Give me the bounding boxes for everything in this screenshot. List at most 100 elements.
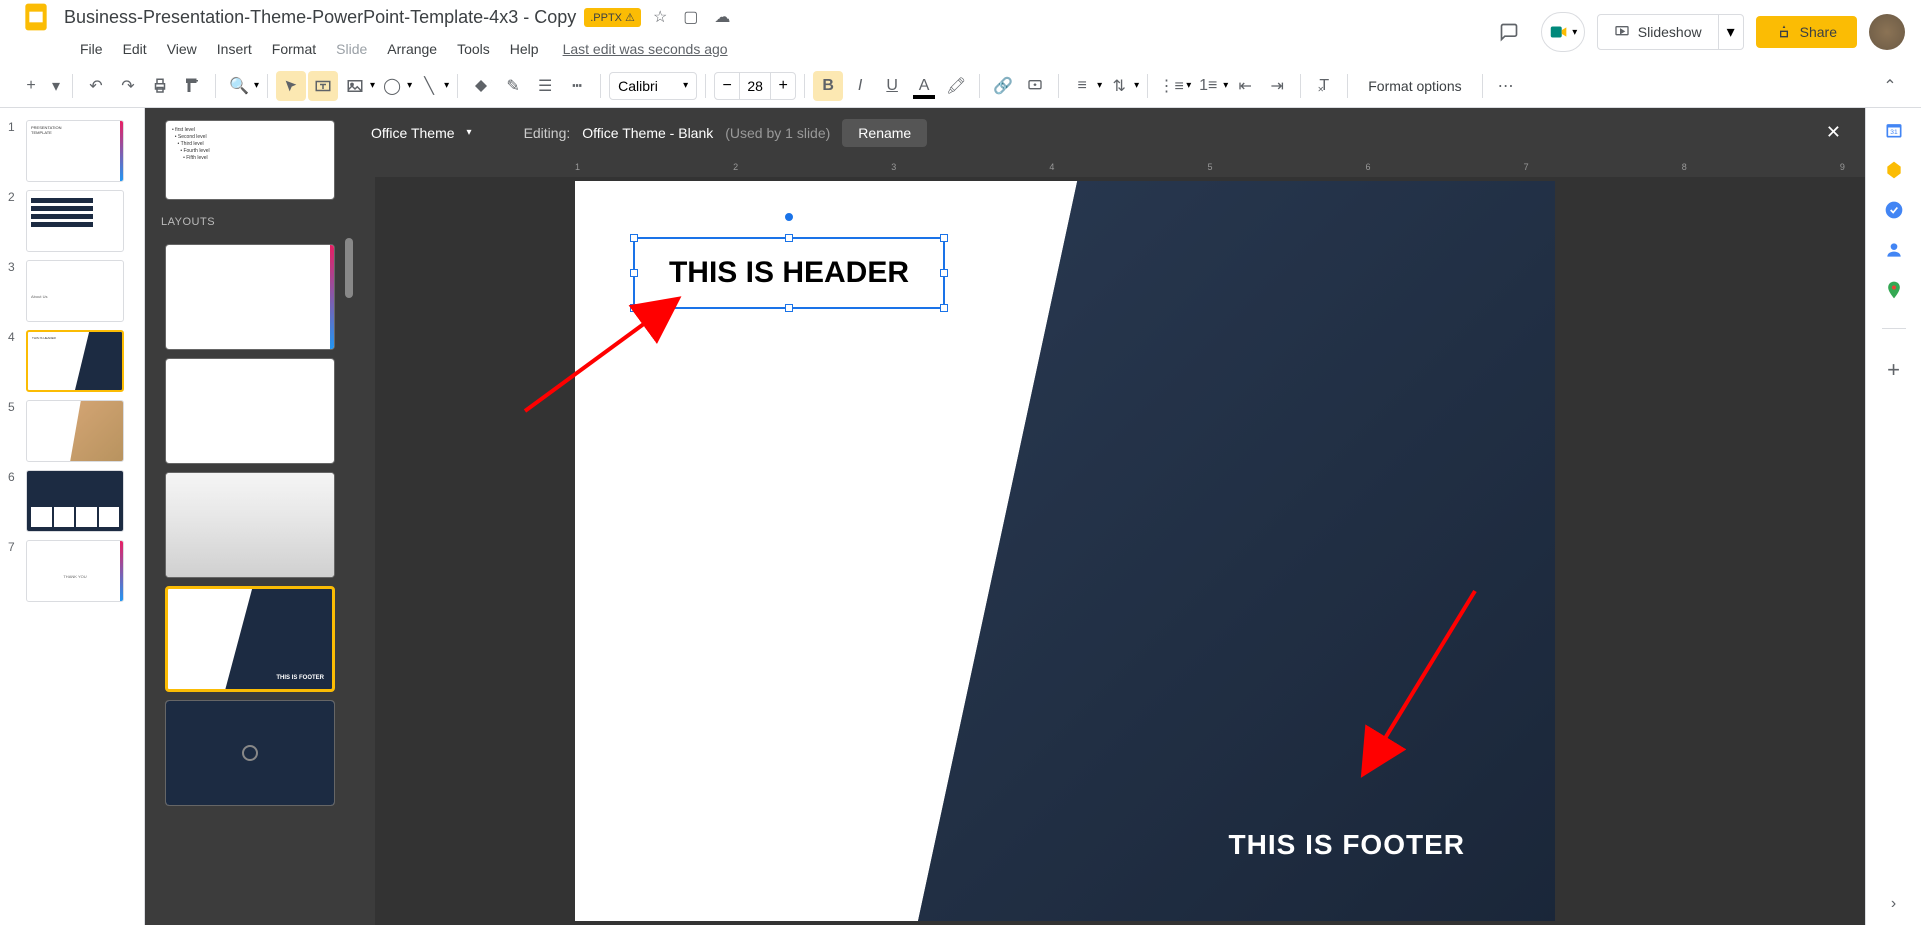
underline-button[interactable]: U [877,71,907,101]
pptx-badge[interactable]: .PPTX ⚠ [584,8,641,27]
theme-panel: • first level • Second level • Third lev… [145,108,355,925]
indent-decrease-button[interactable]: ⇤ [1230,71,1260,101]
shape-tool[interactable]: ◯▾ [377,71,412,101]
font-size-decrease[interactable]: − [715,77,739,95]
line-spacing-button[interactable]: ⇅▾ [1104,71,1139,101]
collapse-toolbar-icon[interactable]: ⌃ [1875,71,1905,101]
insert-link-button[interactable]: 🔗 [988,71,1018,101]
resize-handle-e[interactable] [940,269,948,277]
rename-button[interactable]: Rename [842,119,927,147]
resize-handle-n[interactable] [785,234,793,242]
slide-canvas[interactable]: THIS IS HEADER THIS IS FOOTER [575,181,1555,921]
fill-color-button[interactable] [466,71,496,101]
menu-edit[interactable]: Edit [115,37,155,61]
tasks-icon[interactable] [1884,200,1904,220]
align-button[interactable]: ≡▾ [1067,71,1102,101]
slideshow-button[interactable]: Slideshow ▾ [1597,14,1744,50]
menu-format[interactable]: Format [264,37,324,61]
border-color-button[interactable]: ✎ [498,71,528,101]
italic-button[interactable]: I [845,71,875,101]
rotation-handle[interactable] [785,213,793,221]
resize-handle-w[interactable] [630,269,638,277]
editing-prefix: Editing: [524,125,571,141]
slide-diagonal-shape [918,181,1555,921]
indent-increase-button[interactable]: ⇥ [1262,71,1292,101]
border-weight-button[interactable]: ☰ [530,71,560,101]
slide-thumb-7[interactable]: 7THANK YOU [0,536,144,606]
format-options-button[interactable]: Format options [1356,74,1473,98]
move-icon[interactable]: ▢ [679,3,702,31]
clear-formatting-button[interactable]: T✕ [1309,71,1339,101]
share-label: Share [1800,24,1837,40]
menu-insert[interactable]: Insert [209,37,260,61]
comments-icon[interactable] [1489,12,1529,52]
slide-thumb-3[interactable]: 3About Us [0,256,144,326]
meet-button[interactable]: ▾ [1541,12,1585,52]
text-color-button[interactable]: A [909,71,939,101]
menu-view[interactable]: View [159,37,205,61]
print-button[interactable] [145,71,175,101]
master-thumb[interactable]: • first level • Second level • Third lev… [165,120,335,200]
border-dash-button[interactable]: ┅ [562,71,592,101]
document-title[interactable]: Business-Presentation-Theme-PowerPoint-T… [64,7,576,28]
slideshow-dropdown-icon[interactable]: ▾ [1719,22,1743,42]
slide-thumb-4[interactable]: 4THIS IS HEADER [0,326,144,396]
slide-thumb-6[interactable]: 6 [0,466,144,536]
redo-button[interactable]: ↷ [113,71,143,101]
slides-logo[interactable] [16,0,56,37]
select-tool[interactable] [276,71,306,101]
layout-thumb-1[interactable] [165,244,335,350]
slide-thumb-5[interactable]: 5 [0,396,144,466]
user-avatar[interactable] [1869,14,1905,50]
font-family-select[interactable]: Calibri▾ [609,72,697,100]
contacts-icon[interactable] [1884,240,1904,260]
line-tool[interactable]: ╲▾ [414,71,449,101]
slide-thumb-2[interactable]: 2 [0,186,144,256]
keep-icon[interactable] [1884,160,1904,180]
resize-handle-s[interactable] [785,304,793,312]
maps-icon[interactable] [1884,280,1904,300]
new-slide-button[interactable]: + [16,71,46,101]
close-editing-icon[interactable]: ✕ [1818,118,1849,147]
resize-handle-nw[interactable] [630,234,638,242]
menu-tools[interactable]: Tools [449,37,498,61]
layout-thumb-3[interactable] [165,472,335,578]
more-tools-button[interactable]: ⋯ [1491,71,1521,101]
add-addon-icon[interactable]: + [1884,357,1904,377]
font-size-value[interactable]: 28 [739,73,771,99]
numbered-list-button[interactable]: 1≡▾ [1193,71,1228,101]
cloud-icon[interactable]: ☁ [710,3,734,31]
last-edit-link[interactable]: Last edit was seconds ago [563,41,728,57]
menu-file[interactable]: File [72,37,111,61]
slide-thumb-1[interactable]: 1PRESENTATIONTEMPLATE [0,116,144,186]
menu-arrange[interactable]: Arrange [379,37,445,61]
menu-slide[interactable]: Slide [328,37,375,61]
footer-text: THIS IS FOOTER [1229,829,1465,861]
share-button[interactable]: Share [1756,16,1857,48]
insert-comment-button[interactable] [1020,71,1050,101]
font-size-increase[interactable]: + [771,77,795,95]
highlight-button[interactable]: 🖍 [941,71,971,101]
resize-handle-ne[interactable] [940,234,948,242]
annotation-arrow-header [515,281,695,426]
bold-button[interactable]: B [813,71,843,101]
used-by-label: (Used by 1 slide) [725,125,830,141]
undo-button[interactable]: ↶ [81,71,111,101]
bullet-list-button[interactable]: ⋮≡▾ [1156,71,1191,101]
image-tool[interactable]: ▾ [340,71,375,101]
font-size-control[interactable]: − 28 + [714,72,796,100]
new-slide-dropdown-icon[interactable]: ▾ [48,71,64,101]
zoom-dropdown[interactable]: 🔍▾ [224,71,259,101]
layout-thumb-5[interactable] [165,700,335,806]
resize-handle-se[interactable] [940,304,948,312]
slide-filmstrip: 1PRESENTATIONTEMPLATE 2 3About Us 4THIS … [0,108,145,925]
textbox-tool[interactable] [308,71,338,101]
layout-thumb-4-selected[interactable]: THIS IS HEADER THIS IS FOOTER [165,586,335,692]
layout-thumb-2[interactable] [165,358,335,464]
star-icon[interactable]: ☆ [649,3,671,31]
calendar-icon[interactable]: 31 [1884,120,1904,140]
paint-format-button[interactable] [177,71,207,101]
theme-scrollbar[interactable] [345,238,353,298]
menu-help[interactable]: Help [502,37,547,61]
collapse-sidepanel-icon[interactable]: › [1891,895,1896,913]
